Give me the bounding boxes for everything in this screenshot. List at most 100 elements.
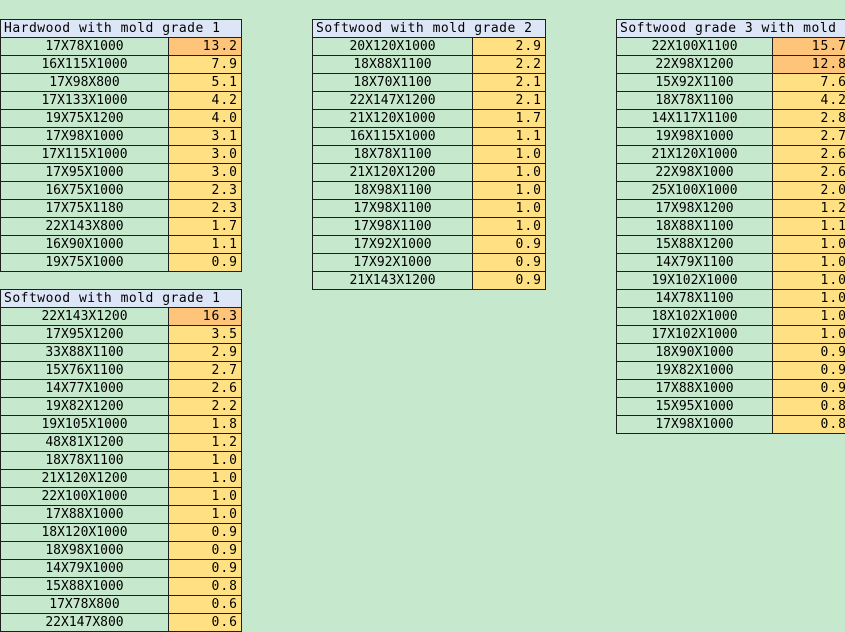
value-cell[interactable]: 1.2 <box>169 434 242 452</box>
size-cell[interactable]: 21X120X1000 <box>617 146 773 164</box>
value-cell[interactable]: 1.0 <box>773 254 845 272</box>
size-cell[interactable]: 18X98X1000 <box>1 542 169 560</box>
value-cell[interactable]: 2.6 <box>773 164 845 182</box>
size-cell[interactable]: 15X95X1000 <box>617 398 773 416</box>
value-cell[interactable]: 1.1 <box>773 218 845 236</box>
value-cell[interactable]: 1.7 <box>473 110 546 128</box>
size-cell[interactable]: 21X143X1200 <box>313 272 473 290</box>
value-cell[interactable]: 7.9 <box>169 56 242 74</box>
value-cell[interactable]: 0.9 <box>773 380 845 398</box>
size-cell[interactable]: 19X75X1000 <box>1 254 169 272</box>
size-cell[interactable]: 17X78X800 <box>1 596 169 614</box>
size-cell[interactable]: 18X88X1100 <box>313 56 473 74</box>
size-cell[interactable]: 17X95X1000 <box>1 164 169 182</box>
value-cell[interactable]: 0.9 <box>169 524 242 542</box>
size-cell[interactable]: 17X88X1000 <box>1 506 169 524</box>
value-cell[interactable]: 1.0 <box>473 218 546 236</box>
value-cell[interactable]: 4.2 <box>169 92 242 110</box>
size-cell[interactable]: 15X92X1100 <box>617 74 773 92</box>
value-cell[interactable]: 0.9 <box>473 272 546 290</box>
value-cell[interactable]: 1.0 <box>773 236 845 254</box>
size-cell[interactable]: 17X88X1000 <box>617 380 773 398</box>
size-cell[interactable]: 20X120X1000 <box>313 38 473 56</box>
value-cell[interactable]: 0.9 <box>169 560 242 578</box>
size-cell[interactable]: 22X143X1200 <box>1 308 169 326</box>
size-cell[interactable]: 16X75X1000 <box>1 182 169 200</box>
size-cell[interactable]: 17X75X1180 <box>1 200 169 218</box>
size-cell[interactable]: 14X77X1000 <box>1 380 169 398</box>
value-cell[interactable]: 1.1 <box>473 128 546 146</box>
size-cell[interactable]: 14X78X1100 <box>617 290 773 308</box>
value-cell[interactable]: 2.7 <box>169 362 242 380</box>
value-cell[interactable]: 0.8 <box>773 398 845 416</box>
size-cell[interactable]: 14X79X1000 <box>1 560 169 578</box>
size-cell[interactable]: 18X78X1100 <box>313 146 473 164</box>
value-cell[interactable]: 1.2 <box>773 200 845 218</box>
value-cell[interactable]: 1.0 <box>169 506 242 524</box>
value-cell[interactable]: 4.0 <box>169 110 242 128</box>
value-cell[interactable]: 3.0 <box>169 146 242 164</box>
value-cell[interactable]: 1.0 <box>773 308 845 326</box>
value-cell[interactable]: 2.9 <box>473 38 546 56</box>
size-cell[interactable]: 17X115X1000 <box>1 146 169 164</box>
value-cell[interactable]: 15.7 <box>773 38 845 56</box>
size-cell[interactable]: 19X75X1200 <box>1 110 169 128</box>
size-cell[interactable]: 18X90X1000 <box>617 344 773 362</box>
value-cell[interactable]: 1.7 <box>169 218 242 236</box>
size-cell[interactable]: 16X115X1000 <box>313 128 473 146</box>
size-cell[interactable]: 15X88X1000 <box>1 578 169 596</box>
value-cell[interactable]: 1.8 <box>169 416 242 434</box>
value-cell[interactable]: 2.1 <box>473 74 546 92</box>
size-cell[interactable]: 17X78X1000 <box>1 38 169 56</box>
value-cell[interactable]: 2.1 <box>473 92 546 110</box>
value-cell[interactable]: 2.8 <box>773 110 845 128</box>
value-cell[interactable]: 0.9 <box>473 254 546 272</box>
size-cell[interactable]: 25X100X1000 <box>617 182 773 200</box>
value-cell[interactable]: 2.3 <box>169 182 242 200</box>
value-cell[interactable]: 0.6 <box>169 596 242 614</box>
value-cell[interactable]: 13.2 <box>169 38 242 56</box>
value-cell[interactable]: 1.0 <box>773 326 845 344</box>
size-cell[interactable]: 17X98X1200 <box>617 200 773 218</box>
size-cell[interactable]: 17X98X1000 <box>617 416 773 434</box>
size-cell[interactable]: 22X100X1000 <box>1 488 169 506</box>
value-cell[interactable]: 0.9 <box>773 344 845 362</box>
size-cell[interactable]: 22X147X1200 <box>313 92 473 110</box>
value-cell[interactable]: 0.8 <box>169 578 242 596</box>
size-cell[interactable]: 17X98X1100 <box>313 218 473 236</box>
size-cell[interactable]: 18X78X1100 <box>617 92 773 110</box>
size-cell[interactable]: 19X105X1000 <box>1 416 169 434</box>
size-cell[interactable]: 19X82X1000 <box>617 362 773 380</box>
value-cell[interactable]: 4.2 <box>773 92 845 110</box>
size-cell[interactable]: 15X88X1200 <box>617 236 773 254</box>
value-cell[interactable]: 1.0 <box>473 146 546 164</box>
value-cell[interactable]: 7.6 <box>773 74 845 92</box>
value-cell[interactable]: 0.9 <box>169 542 242 560</box>
value-cell[interactable]: 0.9 <box>169 254 242 272</box>
size-cell[interactable]: 19X102X1000 <box>617 272 773 290</box>
value-cell[interactable]: 3.5 <box>169 326 242 344</box>
value-cell[interactable]: 1.0 <box>473 200 546 218</box>
value-cell[interactable]: 2.2 <box>473 56 546 74</box>
size-cell[interactable]: 22X143X800 <box>1 218 169 236</box>
value-cell[interactable]: 1.0 <box>473 182 546 200</box>
size-cell[interactable]: 17X102X1000 <box>617 326 773 344</box>
size-cell[interactable]: 17X133X1000 <box>1 92 169 110</box>
size-cell[interactable]: 21X120X1200 <box>313 164 473 182</box>
size-cell[interactable]: 17X98X1000 <box>1 128 169 146</box>
size-cell[interactable]: 22X147X800 <box>1 614 169 632</box>
size-cell[interactable]: 19X98X1000 <box>617 128 773 146</box>
value-cell[interactable]: 1.0 <box>473 164 546 182</box>
value-cell[interactable]: 2.7 <box>773 128 845 146</box>
value-cell[interactable]: 0.9 <box>773 362 845 380</box>
size-cell[interactable]: 17X92X1000 <box>313 254 473 272</box>
size-cell[interactable]: 16X90X1000 <box>1 236 169 254</box>
value-cell[interactable]: 12.8 <box>773 56 845 74</box>
size-cell[interactable]: 18X98X1100 <box>313 182 473 200</box>
size-cell[interactable]: 17X92X1000 <box>313 236 473 254</box>
value-cell[interactable]: 2.6 <box>169 380 242 398</box>
size-cell[interactable]: 17X98X800 <box>1 74 169 92</box>
value-cell[interactable]: 2.6 <box>773 146 845 164</box>
value-cell[interactable]: 1.1 <box>169 236 242 254</box>
value-cell[interactable]: 2.0 <box>773 182 845 200</box>
